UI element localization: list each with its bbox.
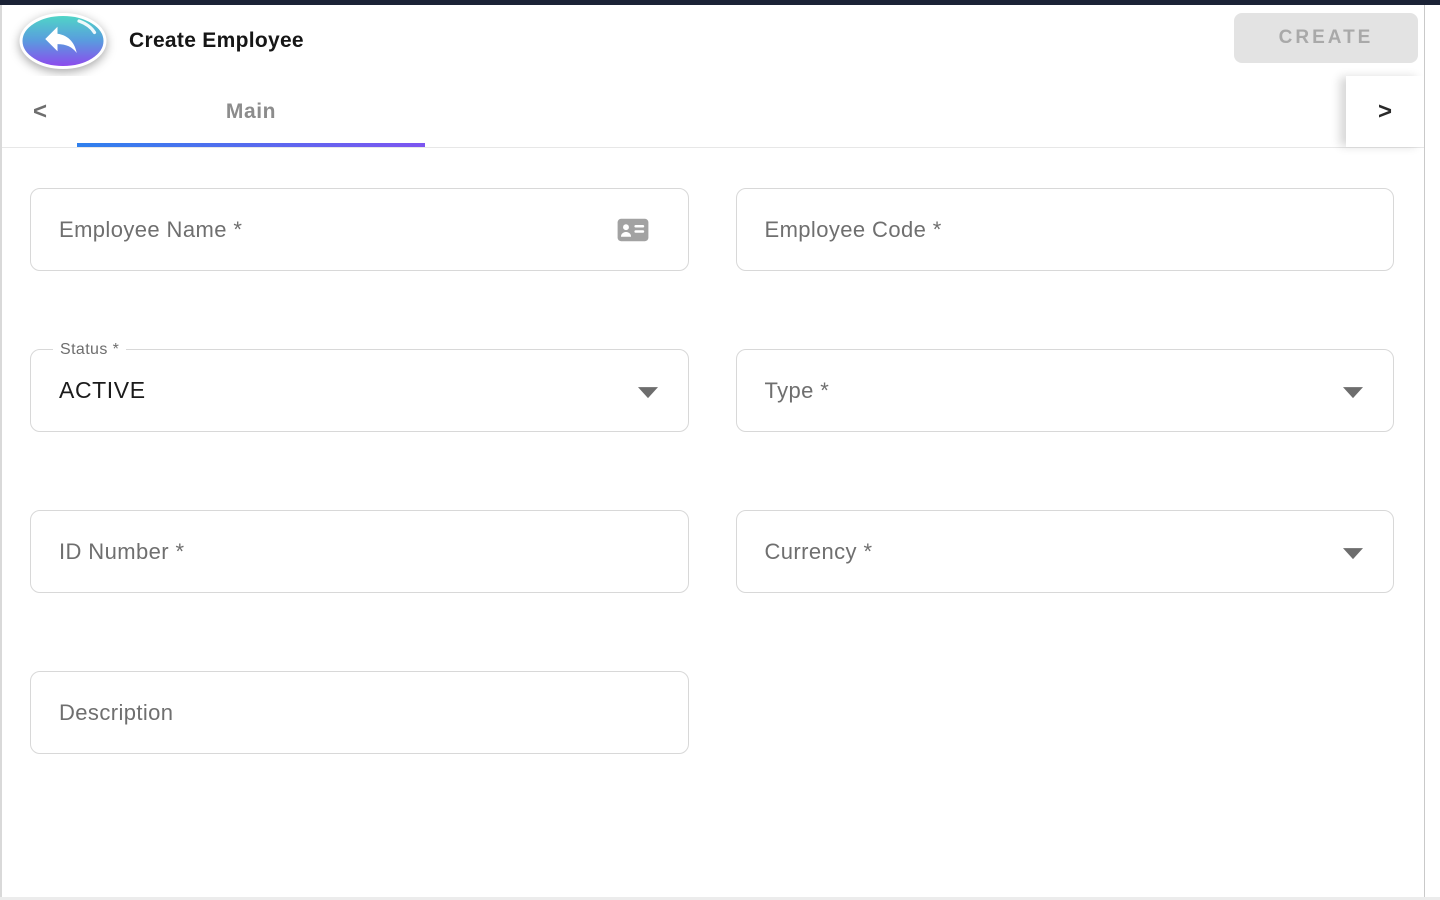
page-header: Create Employee CREATE [0, 5, 1424, 76]
employee-name-field [30, 188, 689, 271]
top-status-bar [0, 0, 1440, 5]
tab-main[interactable]: Main [77, 76, 425, 147]
currency-select[interactable]: Currency * [736, 510, 1395, 593]
create-employee-page: Create Employee CREATE < Main > [0, 0, 1424, 900]
chevron-right-icon[interactable]: > [1346, 76, 1424, 147]
id-number-input[interactable] [31, 511, 688, 592]
type-placeholder: Type * [737, 378, 830, 404]
active-tab-underline [77, 143, 425, 147]
id-number-field [30, 510, 689, 593]
status-label: Status * [53, 340, 126, 359]
dropdown-arrow-icon [1343, 387, 1363, 398]
employee-form: Status * ACTIVE Type * Currency * [0, 148, 1424, 754]
employee-name-input[interactable] [31, 189, 688, 270]
left-window-edge [0, 5, 2, 900]
employee-code-input[interactable] [737, 189, 1394, 270]
status-value: ACTIVE [31, 377, 146, 404]
back-button[interactable] [19, 12, 107, 70]
dropdown-arrow-icon [638, 387, 658, 398]
type-select[interactable]: Type * [736, 349, 1395, 432]
vertical-scrollbar[interactable] [1424, 5, 1440, 900]
tab-strip: < Main > [0, 76, 1424, 148]
description-field [30, 671, 689, 754]
page-title: Create Employee [129, 29, 304, 53]
contact-card-icon [616, 216, 650, 244]
back-arrow-icon [19, 12, 107, 70]
chevron-left-icon[interactable]: < [33, 100, 47, 124]
dropdown-arrow-icon [1343, 548, 1363, 559]
create-button[interactable]: CREATE [1234, 13, 1418, 63]
status-select[interactable]: Status * ACTIVE [30, 349, 689, 432]
currency-placeholder: Currency * [737, 539, 873, 565]
description-input[interactable] [31, 672, 688, 753]
employee-code-field [736, 188, 1395, 271]
tab-main-label: Main [226, 100, 276, 124]
